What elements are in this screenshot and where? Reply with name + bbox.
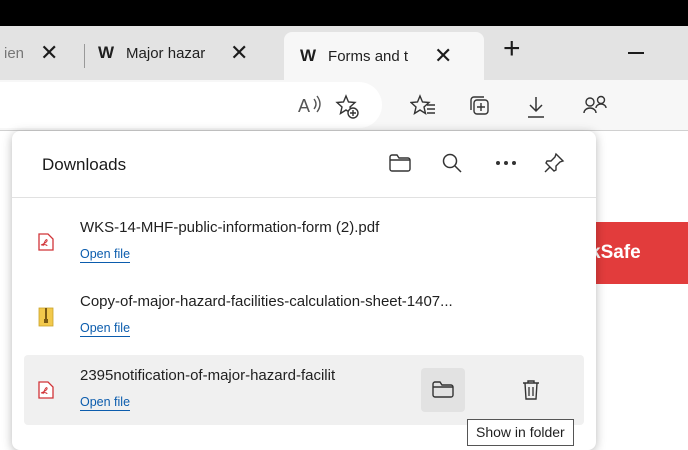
more-options-icon[interactable]: [490, 147, 522, 179]
tab-1-label: ien: [4, 44, 25, 62]
downloads-flyout: Downloads WKS-14-MHF-public-information-…: [12, 131, 596, 450]
tab-1[interactable]: ien ✕: [0, 34, 80, 72]
downloads-title: Downloads: [42, 155, 127, 174]
tab-2-favicon: W: [98, 43, 115, 62]
favorites-icon[interactable]: [409, 94, 436, 122]
banner-text: kSafe: [590, 242, 641, 263]
download-item[interactable]: Copy-of-major-hazard-facilities-calculat…: [24, 281, 584, 351]
collections-icon[interactable]: [468, 94, 492, 122]
pdf-file-icon: [38, 233, 54, 251]
delete-button[interactable]: [509, 368, 553, 412]
open-file-link[interactable]: Open file: [80, 395, 131, 411]
open-downloads-folder-icon[interactable]: [384, 147, 416, 179]
tab-strip: ien ✕ W Major hazar ✕ W Forms and t ✕ +: [0, 26, 688, 80]
tab-3-close-icon[interactable]: ✕: [434, 43, 452, 69]
read-aloud-icon[interactable]: A: [298, 94, 324, 122]
tab-1-close-icon[interactable]: ✕: [40, 40, 58, 66]
downloads-header: Downloads: [12, 131, 596, 198]
tooltip: Show in folder: [467, 419, 574, 446]
window-title-bar: [0, 0, 688, 26]
add-favorite-icon[interactable]: [335, 94, 361, 124]
open-file-link[interactable]: Open file: [80, 247, 131, 263]
zip-file-icon: [38, 307, 54, 327]
tab-3-favicon: W: [300, 46, 317, 65]
profile-icon[interactable]: [583, 94, 609, 122]
download-filename: WKS-14-MHF-public-information-form (2).p…: [80, 219, 380, 236]
minimize-icon[interactable]: [628, 52, 644, 54]
pin-icon[interactable]: [538, 147, 570, 179]
tab-2-close-icon[interactable]: ✕: [230, 40, 248, 66]
download-filename: Copy-of-major-hazard-facilities-calculat…: [80, 293, 453, 310]
tab-2[interactable]: W Major hazar ✕: [98, 34, 276, 72]
show-in-folder-button[interactable]: [421, 368, 465, 412]
address-bar[interactable]: [0, 82, 382, 128]
download-item-hovered[interactable]: 2395notification-of-major-hazard-facilit…: [24, 355, 584, 425]
tab-3-label: Forms and t: [328, 47, 409, 65]
svg-text:A: A: [298, 96, 310, 116]
search-icon[interactable]: [436, 147, 468, 179]
open-file-link[interactable]: Open file: [80, 321, 131, 337]
download-item[interactable]: WKS-14-MHF-public-information-form (2).p…: [24, 207, 584, 277]
pdf-file-icon: [38, 381, 54, 399]
tab-3-active[interactable]: W Forms and t ✕: [284, 32, 484, 80]
new-tab-icon[interactable]: +: [503, 34, 521, 64]
tab-2-label: Major hazar: [126, 44, 206, 62]
tab-separator: [84, 44, 85, 68]
download-icon[interactable]: [524, 94, 548, 124]
download-filename: 2395notification-of-major-hazard-facilit: [80, 367, 336, 384]
